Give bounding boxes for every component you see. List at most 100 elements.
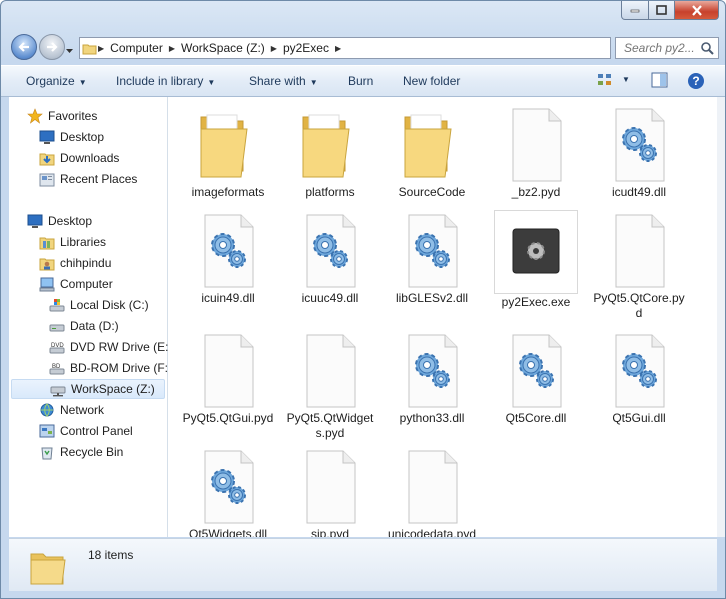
file-name: sip.pyd: [310, 527, 350, 537]
new-folder-button[interactable]: New folder: [403, 74, 460, 88]
search-input[interactable]: [622, 40, 700, 56]
network-icon: [39, 402, 55, 418]
dll-gear-icon: [295, 211, 365, 289]
search-box: [615, 37, 719, 59]
breadcrumb-py2exec[interactable]: py2Exec: [277, 41, 335, 55]
back-arrow-icon: [18, 42, 29, 52]
nav-recycle-bin[interactable]: Recycle Bin: [39, 442, 123, 462]
file-item[interactable]: icuuc49.dll: [281, 211, 379, 306]
file-item[interactable]: icudt49.dll: [590, 105, 688, 200]
address-bar[interactable]: ▶ Computer ▶ WorkSpace (Z:) ▶ py2Exec ▶ …: [79, 37, 682, 59]
dll-gear-icon: [193, 447, 263, 525]
svg-text:BD: BD: [52, 364, 61, 370]
nav-label: Favorites: [48, 109, 98, 123]
chevron-down-icon: ▼: [207, 78, 216, 87]
file-item[interactable]: Qt5Core.dll: [487, 331, 585, 426]
file-name: py2Exec.exe: [501, 295, 571, 309]
file-item[interactable]: SourceCode: [383, 105, 481, 200]
file-name: imageformats: [191, 185, 265, 199]
desktop-icon: [27, 213, 43, 229]
nav-favorites[interactable]: Favorites: [27, 106, 97, 126]
nav-workspace-z[interactable]: WorkSpace (Z:): [11, 379, 165, 399]
help-button[interactable]: ?: [687, 72, 705, 93]
nav-network[interactable]: Network: [39, 400, 104, 420]
help-icon: ?: [688, 73, 704, 89]
nav-user-folder[interactable]: chihpindu: [39, 253, 111, 273]
file-name: PyQt5.QtGui.pyd: [182, 411, 274, 425]
window-controls: [621, 1, 719, 20]
vertical-scrollbar[interactable]: [717, 97, 725, 537]
navigation-pane: Favorites Desktop Downloads Recent Place…: [9, 97, 172, 537]
nav-local-disk-c[interactable]: Local Disk (C:): [49, 295, 149, 315]
downloads-icon: [39, 150, 55, 166]
file-item[interactable]: PyQt5.QtWidgets.pyd: [281, 331, 379, 441]
system-drive-icon: [49, 297, 65, 313]
nav-computer[interactable]: Computer: [39, 274, 113, 294]
dll-gear-icon: [604, 331, 674, 409]
dll-gear-icon: [193, 211, 263, 289]
file-item[interactable]: py2Exec.exe: [487, 210, 585, 310]
file-name: _bz2.pyd: [511, 185, 561, 199]
file-item[interactable]: Qt5Gui.dll: [590, 331, 688, 426]
back-button[interactable]: [11, 34, 37, 60]
preview-pane-icon: [651, 72, 668, 88]
nav-label: Recent Places: [60, 172, 138, 186]
maximize-button[interactable]: [649, 1, 675, 20]
blank-file-icon: [193, 331, 263, 409]
blank-file-icon: [295, 447, 365, 525]
file-name: unicodedata.pyd: [387, 527, 477, 537]
file-item[interactable]: icuin49.dll: [179, 211, 277, 306]
control-panel-icon: [39, 423, 55, 439]
hard-drive-icon: [49, 318, 65, 334]
details-pane: 18 items: [9, 538, 717, 591]
organize-menu[interactable]: Organize ▼: [26, 74, 87, 88]
preview-pane-button[interactable]: [651, 72, 668, 91]
view-options-icon: [598, 74, 611, 85]
nav-recent-places[interactable]: Recent Places: [39, 169, 137, 189]
nav-desktop[interactable]: Desktop: [27, 211, 92, 231]
file-name: python33.dll: [399, 411, 465, 425]
minimize-button[interactable]: [621, 1, 649, 20]
svg-text:?: ?: [692, 74, 699, 88]
dvd-drive-icon: DVD: [49, 339, 65, 355]
nav-data-d[interactable]: Data (D:): [49, 316, 119, 336]
nav-libraries[interactable]: Libraries: [39, 232, 106, 252]
item-count: 18 items: [88, 548, 134, 562]
nav-bd-rom-f[interactable]: BD BD-ROM Drive (F:): [49, 358, 172, 378]
nav-desktop-favorite[interactable]: Desktop: [39, 127, 104, 147]
include-in-library-menu[interactable]: Include in library ▼: [116, 74, 215, 88]
close-button[interactable]: [675, 1, 719, 20]
dll-gear-icon: [397, 211, 467, 289]
file-item[interactable]: libGLESv2.dll: [383, 211, 481, 306]
explorer-window: ▶ Computer ▶ WorkSpace (Z:) ▶ py2Exec ▶ …: [0, 0, 726, 599]
file-item[interactable]: imageformats: [179, 105, 277, 200]
file-item[interactable]: _bz2.pyd: [487, 105, 585, 200]
file-name: PyQt5.QtWidgets.pyd: [286, 411, 374, 440]
change-view-button[interactable]: [597, 72, 613, 91]
exe-icon: [494, 210, 578, 294]
file-name: icudt49.dll: [611, 185, 667, 199]
share-with-menu[interactable]: Share with ▼: [249, 74, 318, 88]
libraries-icon: [39, 234, 55, 250]
forward-button[interactable]: [39, 34, 65, 60]
breadcrumb-separator[interactable]: ▶: [335, 44, 341, 53]
nav-label: Desktop: [60, 130, 105, 144]
view-dropdown[interactable]: ▼: [622, 75, 630, 84]
file-item[interactable]: sip.pyd: [281, 447, 379, 537]
recent-pages-dropdown[interactable]: [65, 43, 74, 57]
file-item[interactable]: python33.dll: [383, 331, 481, 426]
file-item[interactable]: platforms: [281, 105, 379, 200]
burn-button[interactable]: Burn: [348, 74, 373, 88]
search-icon[interactable]: [700, 41, 714, 55]
breadcrumb-workspace[interactable]: WorkSpace (Z:): [175, 41, 271, 55]
nav-dvd-e[interactable]: DVD DVD RW Drive (E:): [49, 337, 172, 357]
nav-label: Local Disk (C:): [70, 298, 149, 312]
file-item[interactable]: Qt5Widgets.dll: [179, 447, 277, 537]
file-item[interactable]: unicodedata.pyd: [383, 447, 481, 537]
navigation-bar: ▶ Computer ▶ WorkSpace (Z:) ▶ py2Exec ▶ …: [1, 31, 725, 63]
breadcrumb-computer[interactable]: Computer: [104, 41, 169, 55]
nav-downloads[interactable]: Downloads: [39, 148, 119, 168]
file-item[interactable]: PyQt5.QtGui.pyd: [179, 331, 277, 426]
nav-control-panel[interactable]: Control Panel: [39, 421, 133, 441]
file-item[interactable]: PyQt5.QtCore.pyd: [590, 211, 688, 321]
